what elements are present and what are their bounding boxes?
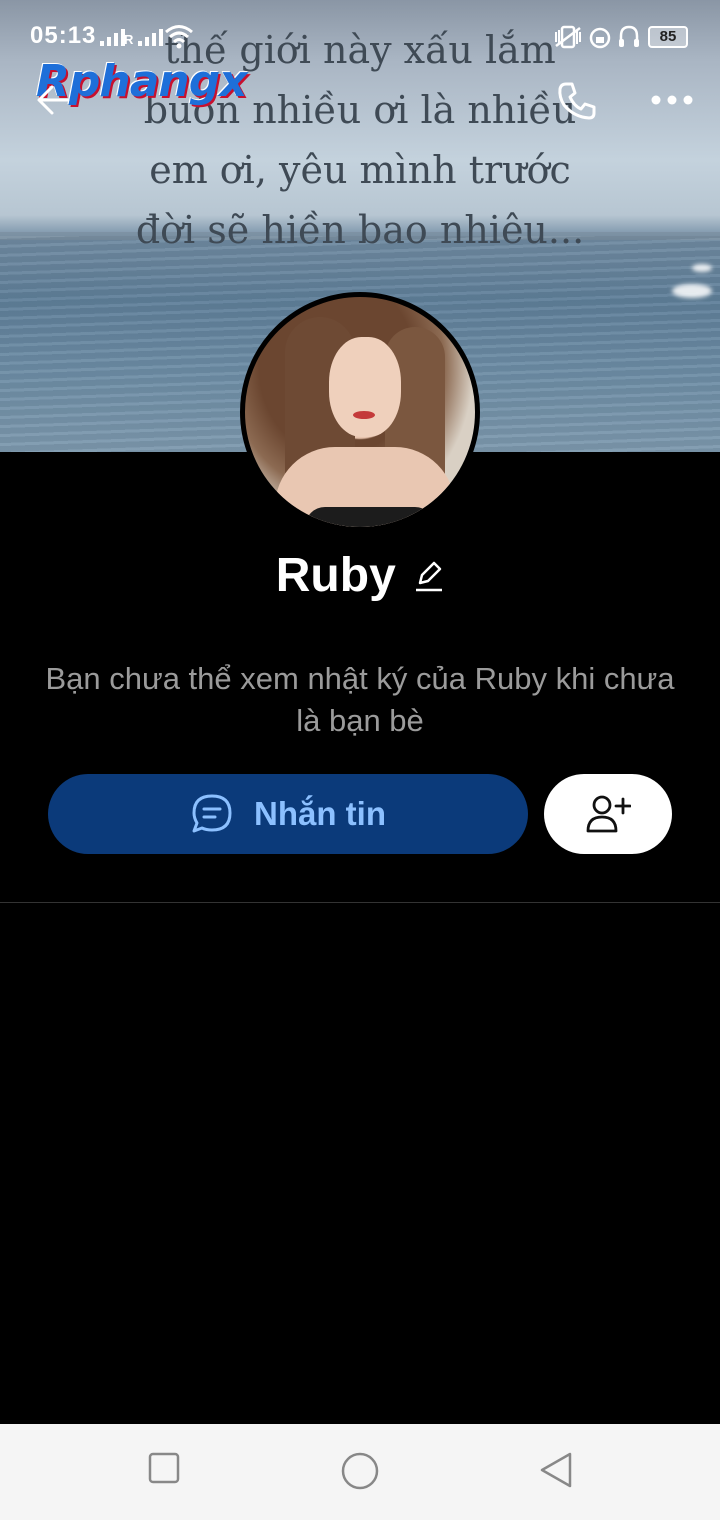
message-button[interactable]: Nhắn tin [48,774,528,854]
profile-name: Ruby [275,549,396,602]
headphone-icon [619,25,639,47]
message-button-label: Nhắn tin [254,795,386,832]
signal-icon [100,28,125,46]
more-horizontal-icon[interactable] [650,92,694,108]
circle-icon[interactable] [340,1451,380,1491]
chat-bubble-icon [192,794,232,833]
add-user-icon [586,795,631,833]
avatar[interactable] [240,292,480,532]
vibrate-icon [555,25,581,49]
battery-indicator: 85 [648,26,688,48]
poem-line: đời sẽ hiền bao nhiêu... [135,208,585,252]
roaming-label: R [124,32,134,47]
poem-line: em ơi, yêu mình trước [149,148,571,192]
arrow-left-icon[interactable] [36,82,72,118]
signal-icon [138,28,163,46]
avatar-lips [353,411,375,419]
pencil-icon[interactable] [414,559,444,593]
privacy-notice: Bạn chưa thể xem nhật ký của Ruby khi ch… [45,661,675,738]
profile-name-row: Ruby [0,548,720,603]
system-nav-bar [0,1424,720,1520]
wave-foam [672,284,712,298]
wave-foam [692,264,712,272]
add-friend-button[interactable] [544,774,672,854]
triangle-back-icon[interactable] [538,1451,574,1489]
divider [0,902,720,903]
avatar-clothing [305,507,435,527]
avatar-face [329,337,401,437]
square-icon[interactable] [148,1452,180,1484]
alarm-icon [589,27,611,49]
wifi-icon [165,25,193,49]
clock: 05:13 [30,22,97,49]
phone-icon[interactable] [556,80,598,122]
